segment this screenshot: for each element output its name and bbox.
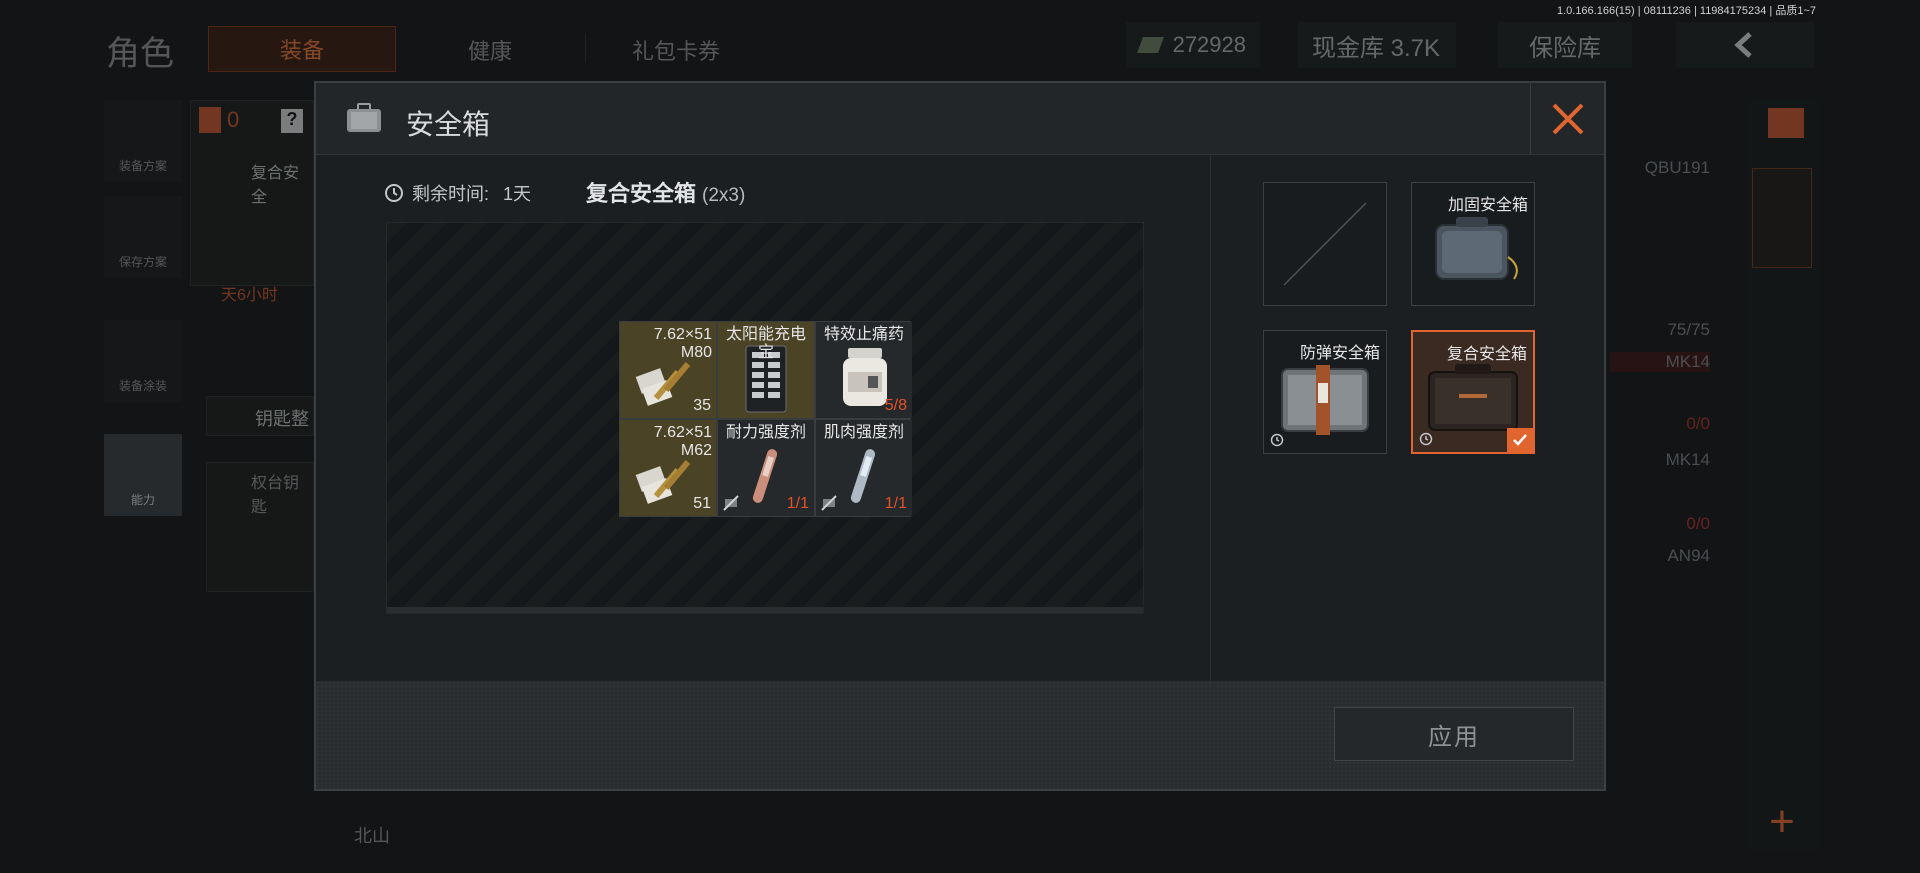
tab-gift-coupons[interactable]: 礼包卡券 — [632, 34, 720, 66]
ability-label: 能力 — [130, 493, 155, 507]
inventory-item[interactable]: 7.62×51 M62 51 — [620, 420, 716, 516]
clock-icon — [1270, 433, 1284, 447]
empty-slot-icon — [1283, 202, 1367, 286]
key-section-button[interactable]: 钥匙整 — [206, 396, 314, 436]
check-icon — [1507, 428, 1533, 452]
dialog-title: 安全箱 — [406, 109, 491, 140]
case-option-label: 防弹安全箱 — [1299, 345, 1380, 362]
stack-icon[interactable] — [1768, 108, 1804, 138]
peek-timer: 天6小时 — [221, 287, 278, 304]
right-list-item: 0/0 — [1686, 414, 1710, 433]
composite-case-icon — [1428, 364, 1518, 431]
add-icon[interactable]: + — [1752, 800, 1812, 848]
dialog-footer: 应用 — [316, 681, 1604, 789]
clock-icon — [1419, 432, 1433, 446]
insurance-vault-button[interactable]: 保险库 — [1498, 22, 1632, 68]
syringe-icon — [850, 449, 876, 503]
bulletproof-case-icon — [1281, 365, 1369, 435]
no-durability-icon — [723, 495, 739, 511]
equipment-plan-button[interactable]: 装备方案 — [104, 100, 182, 182]
right-list-item[interactable]: MK14 — [1610, 352, 1710, 372]
right-list-item[interactable]: QBU191 — [1610, 158, 1710, 178]
case-contents-pane: 剩余时间: 1天 复合安全箱 (2x3) 7.62×51 M80 35 太阳能充… — [316, 156, 1209, 681]
item-name: 耐力强度剂 — [725, 424, 806, 441]
case-name-text: 复合安全箱 — [586, 181, 697, 206]
cash-value: 272928 — [1172, 32, 1246, 57]
help-icon[interactable]: ? — [281, 109, 303, 133]
apply-button[interactable]: 应用 — [1334, 707, 1574, 761]
red-count: 0 — [227, 107, 240, 132]
syringe-icon — [752, 449, 778, 503]
tab-health[interactable]: 健康 — [468, 34, 512, 66]
case-option-label: 复合安全箱 — [1446, 346, 1527, 363]
no-durability-icon — [821, 495, 837, 511]
item-count: 5/8 — [884, 397, 907, 414]
tab-equipment[interactable]: 装备 — [208, 26, 396, 72]
equipment-skin-label: 装备涂装 — [118, 379, 167, 393]
inventory-item[interactable]: 肌肉强度剂 1/1 — [816, 420, 912, 516]
item-name: 肌肉强度剂 — [823, 424, 904, 441]
inventory-item[interactable]: 特效止痛药 5/8 — [816, 322, 912, 418]
item-name: 特效止痛药 — [823, 326, 904, 343]
case-option-composite[interactable]: 复合安全箱 — [1411, 330, 1535, 454]
case-selector-pane: 加固安全箱 防弹安全箱 复合安全箱 — [1210, 156, 1606, 681]
cash-vault[interactable]: 现金库 3.7K — [1298, 22, 1456, 68]
item-count: 1/1 — [786, 495, 809, 512]
ability-button[interactable]: 能力 — [104, 434, 182, 516]
back-button[interactable] — [1676, 22, 1814, 68]
item-count: 51 — [693, 495, 711, 512]
case-option-reinforced[interactable]: 加固安全箱 — [1411, 182, 1535, 306]
briefcase-icon — [347, 103, 381, 132]
case-option-bulletproof[interactable]: 防弹安全箱 — [1263, 330, 1387, 454]
cash-balance: 272928 — [1126, 22, 1260, 68]
selected-rail-item[interactable] — [1752, 168, 1812, 268]
case-option-empty[interactable] — [1263, 182, 1387, 306]
item-name: 太阳能充电宝 — [725, 326, 806, 361]
inventory-item[interactable]: 太阳能充电宝 — [718, 322, 814, 418]
backpack-icon — [199, 107, 221, 133]
timer-label: 剩余时间: — [412, 184, 490, 204]
map-label: 北山 — [354, 826, 390, 846]
inventory-item[interactable]: 7.62×51 M80 35 — [620, 322, 716, 418]
item-count: 35 — [693, 397, 711, 414]
inventory-item[interactable]: 耐力强度剂 1/1 — [718, 420, 814, 516]
version-text: 1.0.166.166(15) | 08111236 | 11984175234… — [1556, 5, 1816, 17]
tab-divider — [585, 34, 586, 62]
cash-icon — [1137, 37, 1164, 53]
item-grid: 7.62×51 M80 35 太阳能充电宝 特效止痛药 5/8 7.62×51 … — [619, 321, 912, 517]
save-plan-button[interactable]: 保存方案 — [104, 196, 182, 278]
right-list-item: 0/0 — [1686, 514, 1710, 533]
timer-value: 1天 — [503, 184, 532, 204]
peek-case-label: 复合安全 — [251, 165, 300, 206]
safe-case-dialog: 安全箱 剩余时间: 1天 复合安全箱 (2x3) 7.62×51 M80 35 … — [314, 81, 1606, 791]
case-option-label: 加固安全箱 — [1447, 197, 1528, 214]
item-name: 7.62×51 M62 — [653, 424, 712, 459]
right-list-item[interactable]: AN94 — [1610, 546, 1710, 566]
pill-bottle-icon — [843, 348, 887, 406]
safe-case-slot-bg[interactable]: 0 ? 复合安全 天6小时 — [190, 100, 314, 304]
equipment-plan-label: 装备方案 — [118, 159, 167, 173]
page-title: 角色 — [106, 35, 174, 73]
case-name: 复合安全箱 (2x3) — [586, 176, 745, 208]
case-grid-area: 7.62×51 M80 35 太阳能充电宝 特效止痛药 5/8 7.62×51 … — [386, 222, 1144, 614]
case-size: (2x3) — [702, 185, 746, 206]
equipment-skin-button[interactable]: 装备涂装 — [104, 320, 182, 402]
right-list-item: 75/75 — [1667, 320, 1710, 339]
remaining-time: 剩余时间: 1天 — [384, 180, 531, 206]
item-name: 7.62×51 M80 — [653, 326, 712, 361]
save-plan-label: 保存方案 — [118, 255, 167, 269]
dialog-header: 安全箱 — [316, 83, 1604, 155]
close-button[interactable] — [1530, 83, 1604, 155]
back-arrow-icon — [1734, 32, 1752, 58]
key-item[interactable]: 权台钥匙 — [206, 462, 314, 592]
reinforced-case-icon — [1435, 217, 1518, 280]
item-count: 1/1 — [884, 495, 907, 512]
clock-icon — [385, 184, 403, 202]
close-icon — [1552, 103, 1583, 135]
right-list-item[interactable]: MK14 — [1610, 450, 1710, 470]
